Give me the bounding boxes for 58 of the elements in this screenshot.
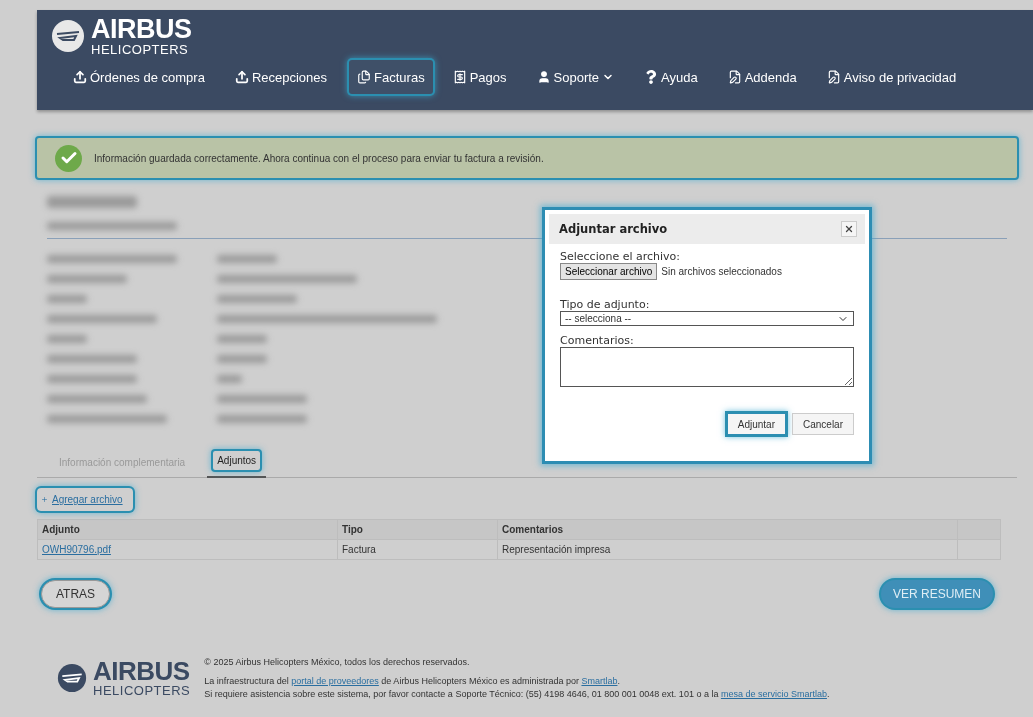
column-header: Comentarios: [497, 519, 958, 540]
alert-message: Información guardada correctamente. Ahora continua con el proceso para enviar tu factura a revisión.: [94, 152, 544, 164]
nav-item[interactable]: Aviso de privacidad: [818, 60, 965, 94]
close-button[interactable]: [841, 221, 857, 237]
field-label: Comentarios:: [560, 334, 635, 347]
files-icon: [357, 70, 372, 84]
add-file-link[interactable]: Agregar archivo: [37, 488, 133, 511]
nav-label: Recepciones: [251, 69, 328, 85]
close-icon: [844, 224, 854, 234]
comments-field[interactable]: [560, 347, 854, 387]
nav-label: Soporte: [553, 69, 600, 85]
plus-icon: [41, 496, 48, 503]
logo-subtitle: HELICOPTERS: [91, 43, 190, 56]
upload-icon: [73, 70, 87, 84]
column-header: Tipo: [337, 519, 498, 540]
nav-item[interactable]: Recepciones: [226, 60, 336, 94]
nav-item[interactable]: Ayuda: [636, 60, 706, 94]
upload-icon: [234, 70, 249, 84]
nav-label: Addenda: [744, 69, 797, 85]
nav-item[interactable]: Soporte: [528, 60, 623, 94]
logo-wordmark: AIRBUS: [93, 658, 191, 684]
footer-text: Si requiere asistencia sobre este sistema, por favor contacte a Soporte Técnico: (55) 4198 4646, 01 800 001 0048 ext. 101 o a la mesa de servicio Smartlab.: [204, 689, 830, 699]
document-edit-icon: [727, 70, 742, 84]
logo-subtitle: HELICOPTERS: [93, 684, 191, 697]
nav-label: Órdenes de compra: [90, 69, 205, 85]
attachment-type-select[interactable]: -- selecciona --: [560, 311, 854, 326]
nav-item[interactable]: Órdenes de compra: [65, 60, 213, 94]
footer-link[interactable]: mesa de servicio Smartlab: [720, 689, 827, 699]
logo-wordmark: AIRBUS: [91, 16, 192, 43]
field-label: Seleccione el archivo:: [560, 250, 682, 263]
copyright-text: © 2025 Airbus Helicopters México, todos los derechos reservados.: [204, 657, 471, 667]
table-cell: Representación impresa: [497, 539, 958, 560]
choose-file-button[interactable]: Seleccionar archivo: [560, 263, 658, 280]
nav-label: Aviso de privacidad: [843, 69, 957, 85]
receipt-icon: [452, 70, 467, 84]
nav-item[interactable]: Facturas: [349, 60, 433, 94]
user-icon: [536, 70, 551, 84]
file-status: Sin archivos seleccionados: [661, 266, 782, 277]
helicopter-logo-icon: [57, 662, 87, 693]
dialog-title: Adjuntar archivo: [559, 222, 668, 236]
footer-text: La infraestructura del portal de proveedores de Airbus Helicopters México es administrada por Smartlab.: [204, 676, 621, 686]
nav-label: Facturas: [374, 69, 425, 85]
nav-item[interactable]: Addenda: [719, 60, 805, 94]
help-icon: [644, 70, 659, 84]
attach-button[interactable]: Adjuntar: [726, 413, 786, 435]
field-label: Tipo de adjunto:: [560, 298, 651, 311]
footer-link[interactable]: portal de proveedores: [291, 676, 379, 686]
check-icon: [55, 144, 82, 172]
tab[interactable]: Adjuntos: [207, 445, 267, 478]
column-header: Adjunto: [37, 519, 338, 540]
helicopter-logo-icon: [51, 19, 85, 53]
nav-label: Ayuda: [661, 69, 698, 85]
document-edit-icon: [826, 70, 841, 84]
file-link[interactable]: OWH90796.pdf: [42, 544, 111, 555]
back-button[interactable]: ATRAS: [41, 580, 111, 608]
nav-label: Pagos: [469, 69, 507, 85]
nav-item[interactable]: Pagos: [444, 60, 515, 94]
cancel-button[interactable]: Cancelar: [791, 413, 854, 435]
